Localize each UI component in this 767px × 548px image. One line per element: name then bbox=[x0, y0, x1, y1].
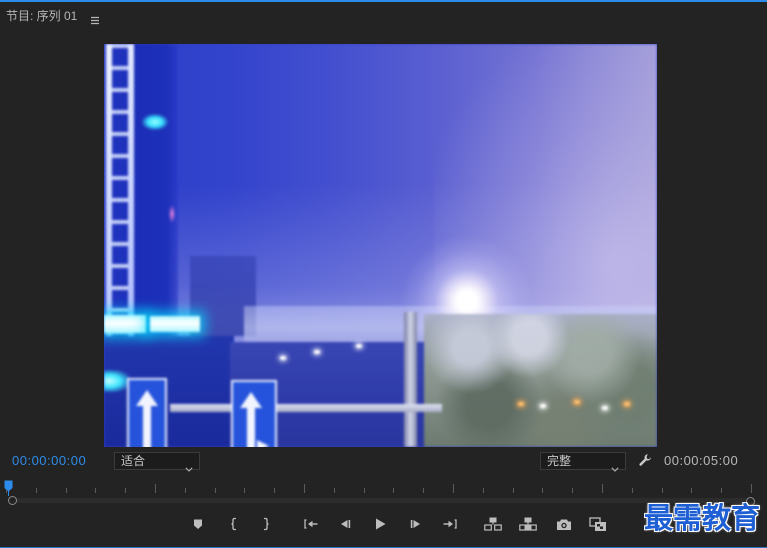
up-arrow-icon bbox=[136, 390, 158, 447]
ruler-tick-minor bbox=[542, 488, 544, 493]
ruler-tick-minor bbox=[691, 488, 693, 493]
go-to-out-button[interactable] bbox=[438, 514, 462, 534]
watermark: 最需教育 bbox=[644, 502, 761, 534]
ruler-tick-minor bbox=[721, 488, 723, 493]
road-sign bbox=[127, 378, 167, 447]
marker-icon bbox=[194, 519, 202, 529]
neon-sign bbox=[150, 316, 200, 332]
city-light bbox=[574, 400, 580, 404]
ruler-tick-major bbox=[304, 484, 305, 493]
neon-sign bbox=[104, 315, 146, 333]
chevron-down-icon bbox=[185, 459, 193, 472]
duration-timecode: 00:00:05:00 bbox=[664, 453, 739, 468]
zoom-scrollbar-handle-left[interactable] bbox=[8, 496, 17, 505]
program-monitor-video[interactable] bbox=[104, 44, 657, 447]
zoom-level-dropdown[interactable]: 适合 bbox=[114, 452, 200, 472]
ruler-tick-minor bbox=[35, 488, 37, 493]
city-light bbox=[280, 356, 286, 360]
ruler-tick-minor bbox=[125, 488, 127, 493]
insert-button[interactable] bbox=[481, 514, 505, 534]
chevron-down-icon bbox=[611, 459, 619, 472]
city-light bbox=[518, 402, 524, 406]
step-forward-icon bbox=[410, 520, 420, 528]
ruler-tick-minor bbox=[95, 488, 97, 493]
overwrite-icon bbox=[519, 517, 537, 531]
play-button[interactable] bbox=[368, 514, 392, 534]
hamburger-menu-icon[interactable] bbox=[90, 12, 100, 25]
video-frame-image bbox=[104, 44, 657, 447]
play-icon bbox=[376, 518, 386, 530]
ruler-tick-minor bbox=[423, 488, 425, 493]
ruler-tick-minor bbox=[363, 488, 365, 493]
step-forward-button[interactable] bbox=[404, 514, 428, 534]
compare-icon bbox=[589, 516, 606, 531]
sign-pole bbox=[404, 312, 417, 447]
ruler-tick-minor bbox=[333, 488, 335, 493]
ruler-tick-minor bbox=[274, 488, 276, 493]
road-sign bbox=[231, 380, 277, 447]
ruler-tick-minor bbox=[65, 488, 67, 493]
ruler-tick-major bbox=[602, 484, 603, 493]
window-light bbox=[169, 206, 175, 222]
zoom-level-value: 适合 bbox=[121, 454, 146, 468]
city-light bbox=[602, 406, 608, 410]
window-light bbox=[142, 114, 168, 130]
ruler-tick-major bbox=[453, 484, 454, 493]
ruler-tick-minor bbox=[214, 488, 216, 493]
city-light bbox=[314, 350, 320, 354]
trees bbox=[424, 314, 657, 447]
building-light-strip bbox=[128, 44, 134, 344]
ruler-tick-minor bbox=[244, 488, 246, 493]
building-light-rungs bbox=[112, 44, 128, 344]
ruler-tick-minor bbox=[572, 488, 574, 493]
playback-resolution-dropdown[interactable]: 完整 bbox=[540, 452, 626, 472]
ruler-tick-minor bbox=[631, 488, 633, 493]
ruler-tick-minor bbox=[393, 488, 395, 493]
panel-title[interactable]: 节目: 序列 01 bbox=[6, 8, 77, 24]
panel-focus-border bbox=[0, 0, 767, 2]
mark-out-button[interactable] bbox=[254, 514, 278, 534]
zoom-scrollbar[interactable] bbox=[12, 498, 750, 503]
mark-in-button[interactable] bbox=[222, 514, 246, 534]
city-light bbox=[540, 404, 546, 408]
up-arrow-icon bbox=[240, 392, 269, 447]
go-to-out-icon bbox=[443, 519, 457, 529]
playhead[interactable] bbox=[4, 480, 13, 496]
ruler-tick-minor bbox=[661, 488, 663, 493]
go-to-in-icon bbox=[304, 519, 318, 529]
sign-crossbar bbox=[170, 404, 442, 412]
go-to-in-button[interactable] bbox=[299, 514, 323, 534]
mark-in-icon bbox=[231, 517, 236, 531]
comparison-view-button[interactable] bbox=[586, 514, 610, 534]
camera-icon bbox=[557, 519, 571, 530]
ruler-tick-minor bbox=[512, 488, 514, 493]
ruler-tick-major bbox=[155, 484, 156, 493]
ruler-tick-minor bbox=[482, 488, 484, 493]
ruler-tick-major bbox=[751, 484, 752, 493]
ruler-tick-minor bbox=[184, 488, 186, 493]
wrench-icon[interactable] bbox=[638, 453, 652, 467]
playback-resolution-value: 完整 bbox=[547, 454, 572, 468]
city-light bbox=[624, 402, 630, 406]
city-light bbox=[356, 344, 362, 348]
export-frame-button[interactable] bbox=[552, 514, 576, 534]
add-marker-button[interactable] bbox=[186, 514, 210, 534]
step-back-icon bbox=[341, 520, 351, 528]
step-back-button[interactable] bbox=[333, 514, 357, 534]
time-ruler[interactable] bbox=[0, 478, 767, 496]
current-timecode[interactable]: 00:00:00:00 bbox=[12, 453, 86, 469]
overwrite-button[interactable] bbox=[516, 514, 540, 534]
mark-out-icon bbox=[264, 517, 269, 531]
insert-icon bbox=[484, 517, 502, 531]
